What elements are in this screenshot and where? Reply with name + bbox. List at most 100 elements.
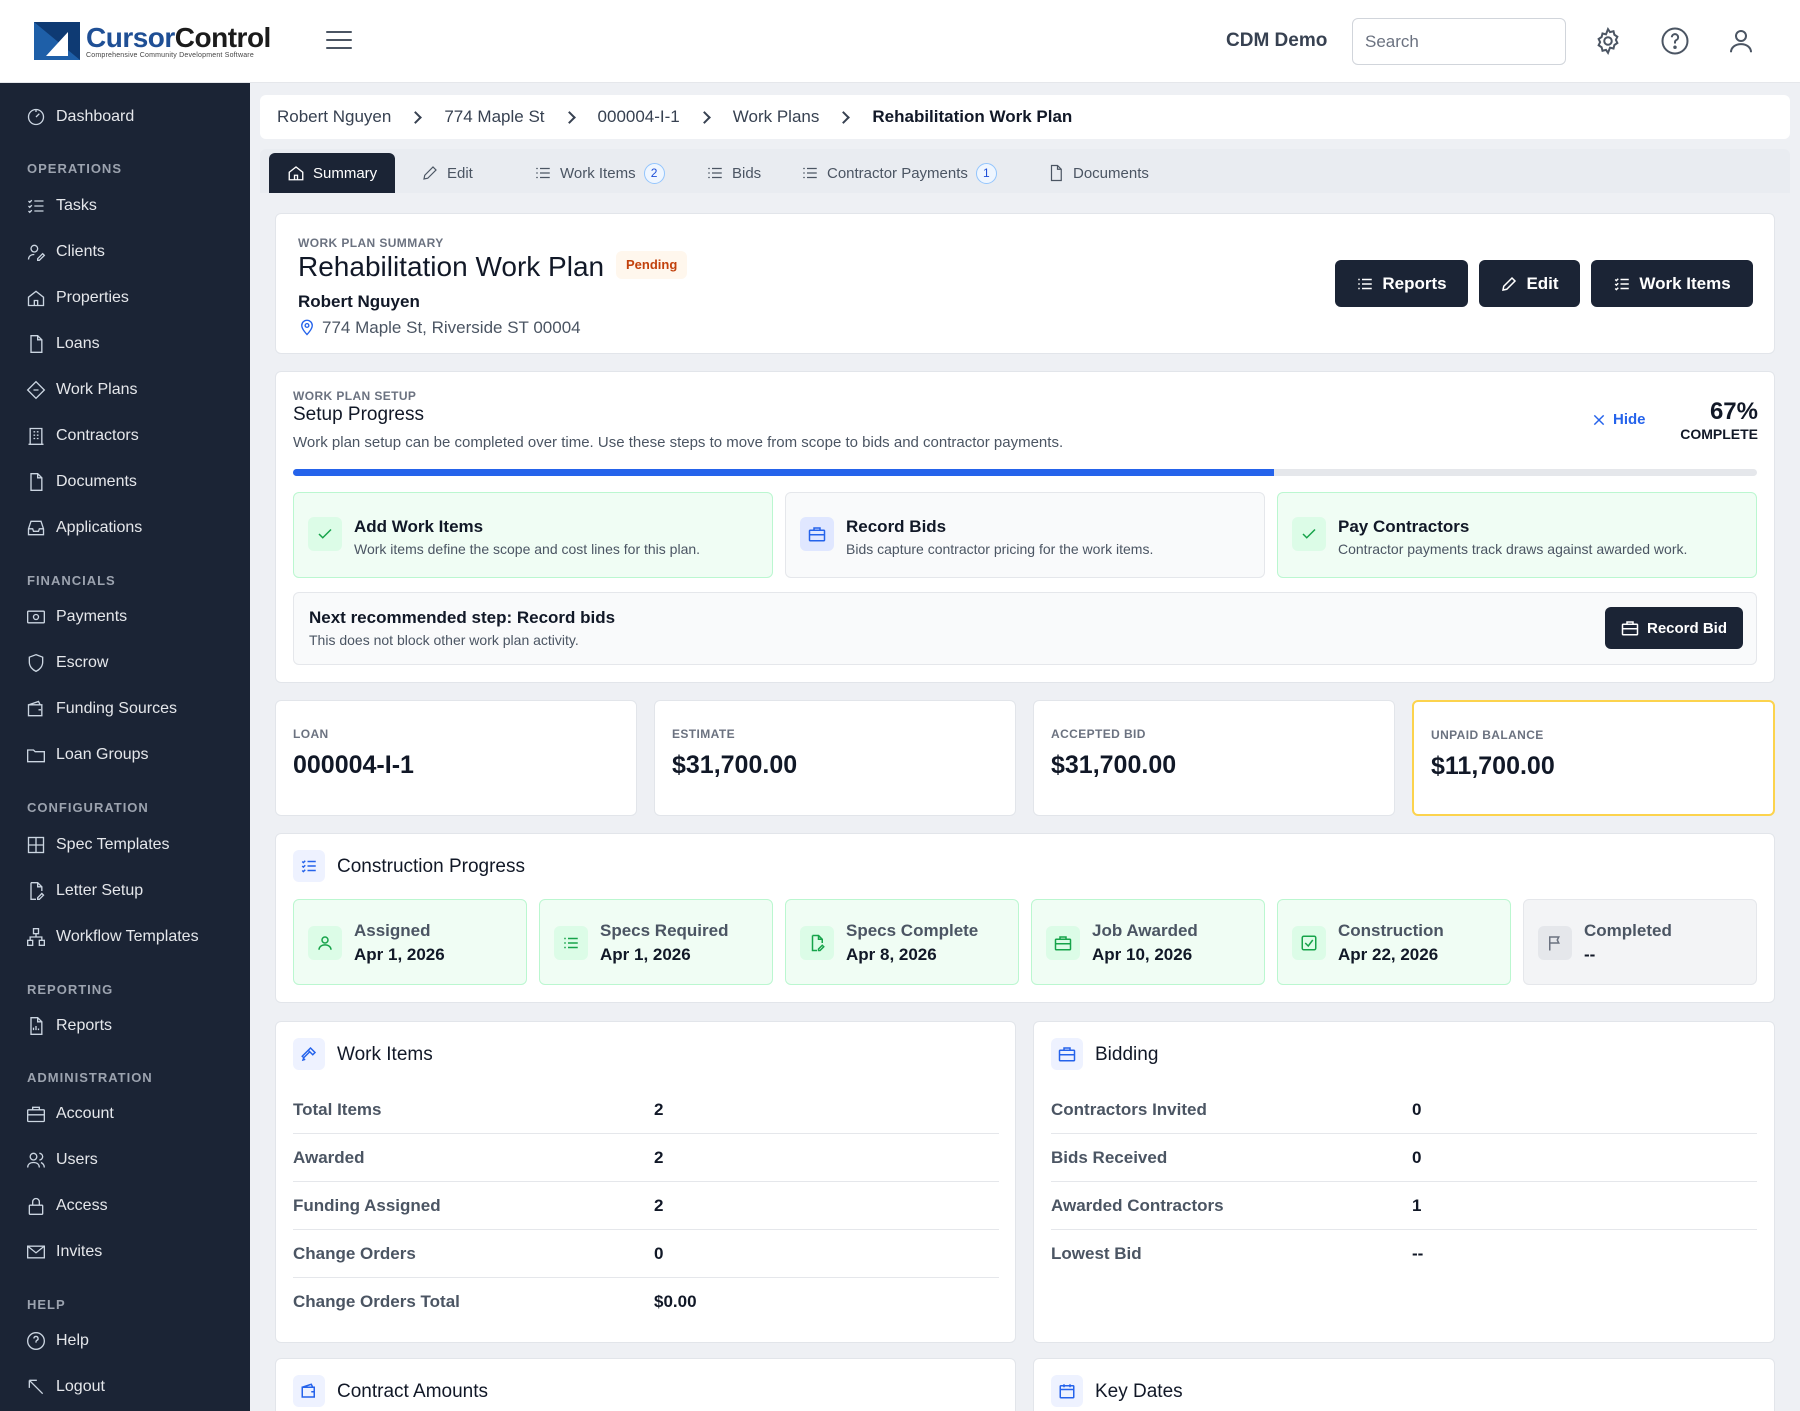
file-edit-icon — [30, 882, 45, 900]
sidebar-item-funding-sources[interactable]: Funding Sources — [0, 689, 250, 729]
sidebar-item-reports[interactable]: Reports — [0, 1006, 250, 1046]
work-items-button[interactable]: Work Items — [1591, 260, 1753, 307]
stat-loan: LOAN 000004-I-1 — [275, 700, 637, 816]
stat-estimate: ESTIMATE $31,700.00 — [654, 700, 1016, 816]
sidebar-item-invites[interactable]: Invites — [0, 1232, 250, 1272]
section-help: HELP — [27, 1297, 66, 1312]
list-check-icon — [293, 850, 325, 882]
next-step-title: Next recommended step: Record bids — [309, 608, 616, 627]
setup-description: Work plan setup can be completed over ti… — [293, 434, 1064, 451]
client-name[interactable]: Robert Nguyen — [298, 292, 420, 312]
check-icon — [1292, 517, 1326, 551]
user-icon[interactable] — [1726, 26, 1756, 56]
help-icon[interactable] — [1660, 26, 1690, 56]
step-add-work-items[interactable]: Add Work Items Work items define the sco… — [293, 492, 773, 578]
client-icon — [27, 244, 46, 261]
table-row: Change Orders Total $0.00 — [293, 1292, 697, 1311]
file-icon — [30, 335, 43, 353]
sidebar-item-workflow-templates[interactable]: Workflow Templates — [0, 917, 250, 957]
tab-edit[interactable]: Edit — [403, 153, 491, 193]
progress-complete-label: COMPLETE — [1680, 426, 1758, 442]
section-reporting: REPORTING — [27, 982, 114, 997]
sidebar-item-properties[interactable]: Properties — [0, 278, 250, 318]
tab-work-items[interactable]: Work Items 2 — [516, 153, 683, 193]
table-icon — [27, 836, 45, 854]
top-bar: CursorControl Comprehensive Community De… — [0, 0, 1800, 83]
reports-button[interactable]: Reports — [1335, 260, 1468, 307]
calendar-icon — [1051, 1375, 1083, 1407]
sidebar-item-spec-templates[interactable]: Spec Templates — [0, 825, 250, 865]
sidebar-item-loans[interactable]: Loans — [0, 324, 250, 364]
setup-progress-card: WORK PLAN SETUP Setup Progress Work plan… — [275, 371, 1775, 683]
section-operations: OPERATIONS — [27, 161, 122, 176]
tab-bids[interactable]: Bids — [688, 153, 779, 193]
sidebar-item-loan-groups[interactable]: Loan Groups — [0, 735, 250, 775]
menu-toggle-icon[interactable] — [326, 31, 352, 51]
sidebar-item-dashboard[interactable]: Dashboard — [0, 97, 250, 137]
sidebar-item-escrow[interactable]: Escrow — [0, 643, 250, 683]
sidebar: Dashboard OPERATIONS Tasks Clients Prope… — [0, 83, 250, 1411]
list-check-icon — [28, 199, 44, 214]
sidebar-item-clients[interactable]: Clients — [0, 232, 250, 272]
bidding-card: Bidding Contractors Invited 0 Bids Receiv… — [1033, 1021, 1775, 1343]
users-icon — [27, 1152, 45, 1168]
table-row: Change Orders 0 — [293, 1230, 999, 1278]
shield-icon — [28, 653, 44, 673]
sidebar-item-payments[interactable]: Payments — [0, 597, 250, 637]
tab-summary[interactable]: Summary — [269, 153, 396, 193]
flag-icon — [1538, 926, 1572, 960]
sidebar-item-applications[interactable]: Applications — [0, 508, 250, 548]
sidebar-item-help[interactable]: Help — [0, 1321, 250, 1361]
tab-contractor-payments[interactable]: Contractor Payments 1 — [783, 153, 1015, 193]
list-icon — [708, 167, 722, 179]
chevron-right-icon — [409, 110, 423, 124]
sidebar-item-access[interactable]: Access — [0, 1186, 250, 1226]
breadcrumb-property[interactable]: 774 Maple St — [444, 107, 544, 127]
sidebar-item-account[interactable]: Account — [0, 1094, 250, 1134]
stat-unpaid-balance: UNPAID BALANCE $11,700.00 — [1412, 700, 1775, 816]
sidebar-item-contractors[interactable]: Contractors — [0, 416, 250, 456]
breadcrumb-work-plans[interactable]: Work Plans — [733, 107, 820, 127]
breadcrumb-loan[interactable]: 000004-I-1 — [598, 107, 680, 127]
list-icon — [536, 167, 550, 179]
checkbox-icon — [1292, 926, 1326, 960]
logout-icon — [28, 1379, 44, 1395]
step-pay-contractors[interactable]: Pay Contractors Contractor payments trac… — [1277, 492, 1757, 578]
breadcrumb-client[interactable]: Robert Nguyen — [277, 107, 391, 127]
hide-button[interactable]: Hide — [1592, 411, 1646, 428]
step-record-bids[interactable]: Record Bids Bids capture contractor pric… — [785, 492, 1265, 578]
stage-completed: Completed -- — [1523, 899, 1757, 985]
gear-icon[interactable] — [1593, 26, 1623, 56]
folder-icon — [27, 749, 45, 763]
hammer-icon — [293, 1038, 325, 1070]
sidebar-item-tasks[interactable]: Tasks — [0, 186, 250, 226]
chevron-right-icon — [837, 110, 851, 124]
sidebar-item-letter-setup[interactable]: Letter Setup — [0, 871, 250, 911]
edit-button[interactable]: Edit — [1479, 260, 1580, 307]
sidebar-item-documents[interactable]: Documents — [0, 462, 250, 502]
summary-card: WORK PLAN SUMMARY Rehabilitation Work Pl… — [275, 213, 1775, 354]
file-edit-icon — [800, 926, 834, 960]
pencil-icon — [423, 166, 437, 180]
app-logo[interactable]: CursorControl Comprehensive Community De… — [34, 22, 271, 60]
close-icon — [1593, 414, 1605, 425]
map-pin-icon — [301, 319, 313, 336]
briefcase-icon — [1046, 926, 1080, 960]
search-input[interactable] — [1352, 18, 1566, 65]
work-items-card: Work Items Total Items 2 Awarded 2 Funding… — [275, 1021, 1016, 1343]
wallet-icon — [27, 700, 43, 717]
section-configuration: CONFIGURATION — [27, 800, 149, 815]
table-row: Contractors Invited 0 — [1051, 1086, 1757, 1134]
building-icon — [28, 427, 44, 445]
construction-progress-card: Construction Progress Assigned Apr 1, 202… — [275, 833, 1775, 1003]
sidebar-item-users[interactable]: Users — [0, 1140, 250, 1180]
home-icon — [288, 166, 304, 181]
wallet-icon — [293, 1375, 325, 1407]
pencil-icon — [1502, 276, 1517, 291]
sidebar-item-logout[interactable]: Logout — [0, 1367, 250, 1407]
briefcase-icon — [800, 517, 834, 551]
diamond-icon — [26, 380, 46, 400]
sidebar-item-work-plans[interactable]: Work Plans — [0, 370, 250, 410]
tab-documents[interactable]: Documents — [1029, 153, 1167, 193]
record-bid-button[interactable]: Record Bid — [1605, 607, 1743, 649]
